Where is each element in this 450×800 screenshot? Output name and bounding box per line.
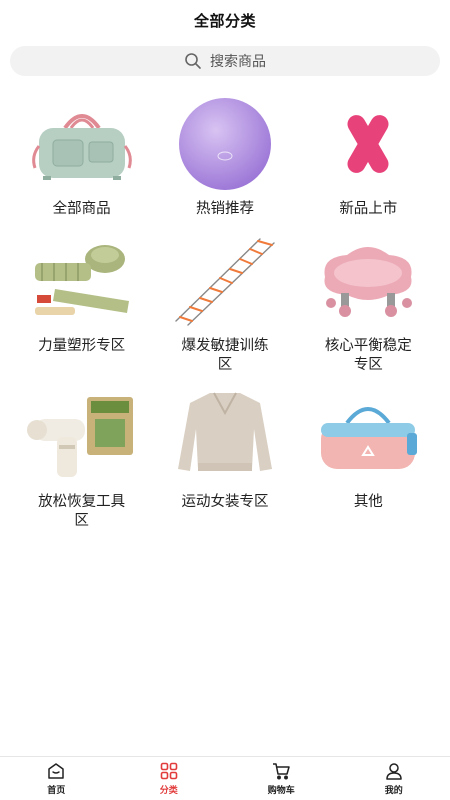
agility-ladder-icon — [168, 233, 282, 329]
cart-icon — [271, 761, 291, 781]
category-label: 全部商品 — [52, 201, 111, 217]
home-icon — [46, 761, 66, 781]
tab-profile[interactable]: 我的 — [338, 757, 450, 800]
category-item-other[interactable]: 其他 — [297, 389, 440, 531]
category-item-all-products[interactable]: 全部商品 — [10, 96, 153, 219]
tab-category[interactable]: 分类 — [113, 757, 226, 800]
tab-home[interactable]: 首页 — [0, 757, 113, 800]
gym-bag-icon — [311, 389, 425, 485]
user-icon — [384, 761, 404, 781]
category-label: 力量塑形专区 — [38, 338, 126, 354]
womens-sweater-icon — [168, 389, 282, 485]
kinesiology-tape-icon — [311, 96, 425, 192]
category-label: 其他 — [353, 494, 383, 510]
category-item-hot-picks[interactable]: 热销推荐 — [153, 96, 296, 219]
category-item-strength[interactable]: 力量塑形专区 — [10, 233, 153, 375]
category-label: 爆发敏捷训练区 — [181, 338, 269, 373]
category-label: 热销推荐 — [195, 201, 254, 217]
category-item-new-arrivals[interactable]: 新品上市 — [297, 96, 440, 219]
yoga-ball-icon — [168, 96, 282, 192]
ankle-weights-icon — [25, 233, 139, 329]
tab-label: 分类 — [159, 786, 178, 796]
category-item-recovery[interactable]: 放松恢复工具区 — [10, 389, 153, 531]
search-icon — [184, 52, 202, 70]
category-label: 新品上市 — [339, 201, 398, 217]
category-item-core-balance[interactable]: 核心平衡稳定专区 — [297, 233, 440, 375]
category-item-agility[interactable]: 爆发敏捷训练区 — [153, 233, 296, 375]
search-bar[interactable]: 搜索商品 — [10, 46, 440, 76]
category-label: 运动女装专区 — [181, 494, 269, 510]
category-label: 放松恢复工具区 — [38, 494, 126, 529]
category-label: 核心平衡稳定专区 — [324, 338, 412, 373]
duffel-bag-icon — [25, 96, 139, 192]
category-grid-icon — [159, 761, 179, 781]
category-grid: 全部商品 热销推荐 新品上市 力量塑形专区 爆发敏捷训练区 核心平衡稳定专区 放… — [10, 96, 440, 531]
page-title: 全部分类 — [193, 11, 256, 30]
search-placeholder: 搜索商品 — [210, 54, 266, 70]
tab-label: 购物车 — [267, 786, 295, 796]
tab-label: 我的 — [384, 786, 403, 796]
balance-board-icon — [311, 233, 425, 329]
tab-label: 首页 — [47, 786, 66, 796]
tab-cart[interactable]: 购物车 — [225, 757, 338, 800]
category-item-womens-wear[interactable]: 运动女装专区 — [153, 389, 296, 531]
bottom-tab-bar: 首页 分类 购物车 我的 — [0, 756, 450, 800]
massage-gun-icon — [25, 389, 139, 485]
page-header: 全部分类 — [0, 0, 450, 40]
